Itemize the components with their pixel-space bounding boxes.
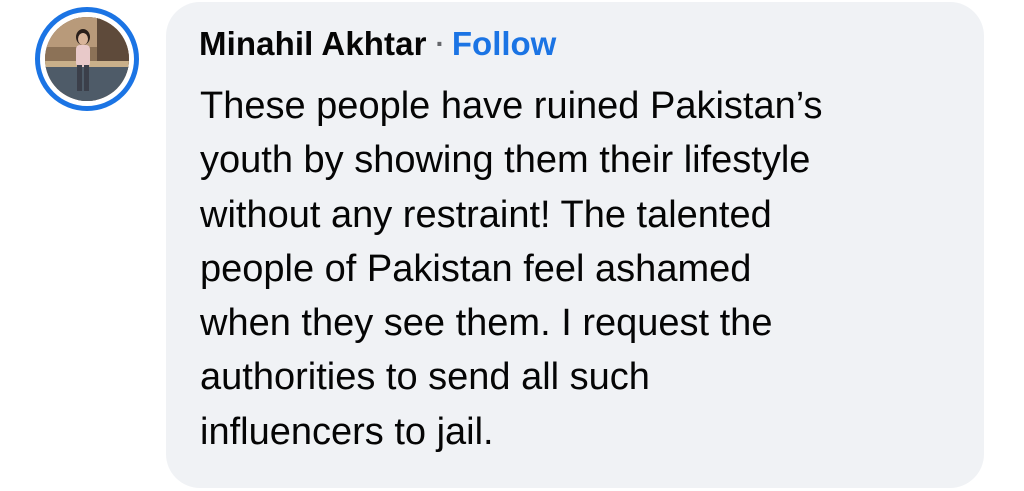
profile-photo-icon [45,17,129,101]
comment-header: Minahil Akhtar · Follow [199,22,556,66]
comment-bubble: Minahil Akhtar · Follow These people hav… [166,2,984,488]
comment-text: These people have ruined Pakistan’s yout… [200,85,823,453]
separator-dot: · [435,28,445,59]
comment-view: Minahil Akhtar · Follow These people hav… [0,0,1024,491]
avatar[interactable] [35,7,147,111]
author-name[interactable]: Minahil Akhtar [199,25,427,63]
follow-button[interactable]: Follow [452,25,556,63]
